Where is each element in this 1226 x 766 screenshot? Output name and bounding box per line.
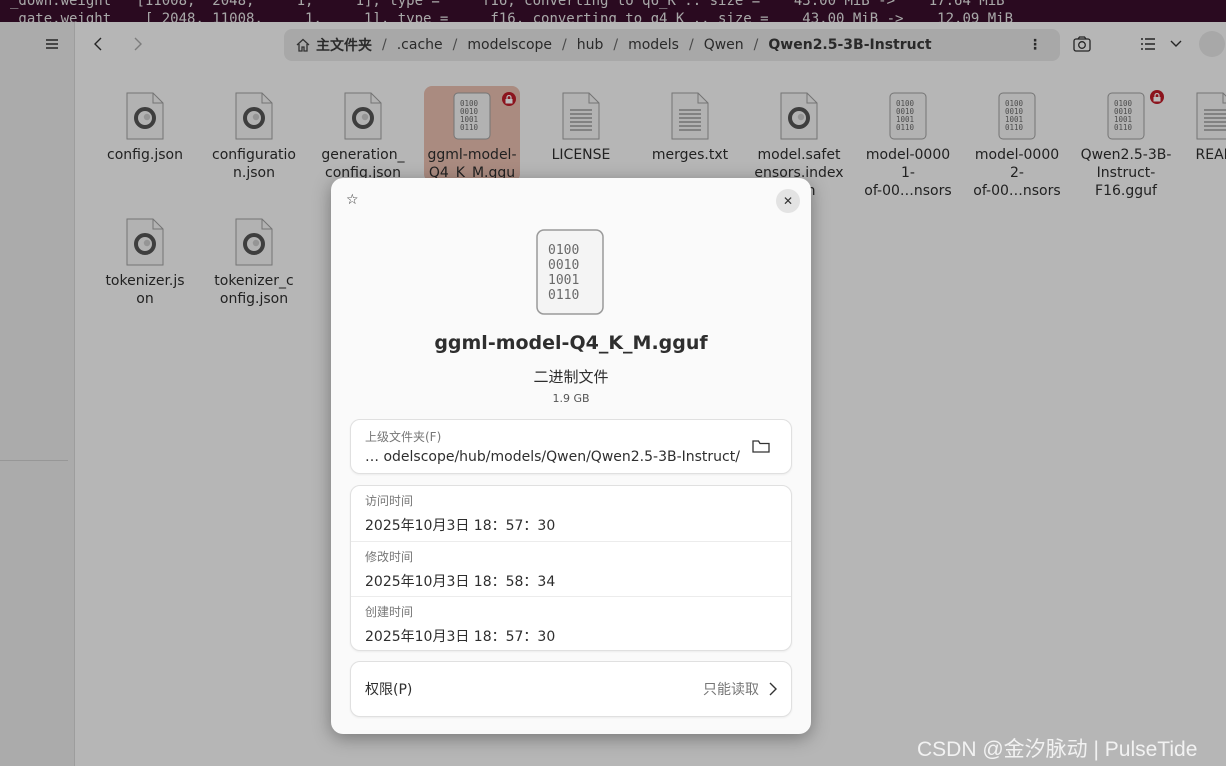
created-time-row: 创建时间 2025年10月3日 18：57：30 <box>351 596 791 651</box>
close-icon: ✕ <box>782 194 794 208</box>
timestamps-card: 访问时间 2025年10月3日 18：57：30 修改时间 2025年10月3日… <box>350 485 792 651</box>
access-time-label: 访问时间 <box>365 494 414 508</box>
created-time-value: 2025年10月3日 18：57：30 <box>365 629 556 645</box>
modified-time-label: 修改时间 <box>365 550 414 564</box>
created-time-label: 创建时间 <box>365 605 414 619</box>
watermark: CSDN @金汐脉动 | PulseTide <box>917 738 1198 761</box>
close-button[interactable]: ✕ <box>776 189 800 213</box>
star-icon[interactable]: ☆ <box>346 192 359 208</box>
folder-icon[interactable] <box>752 439 770 458</box>
permissions-value: 只能读取 <box>703 682 759 698</box>
chevron-right-icon <box>769 682 777 696</box>
parent-folder-path: … odelscope/hub/models/Qwen/Qwen2.5-3B-I… <box>365 449 740 465</box>
svg-text:1001: 1001 <box>548 273 579 288</box>
properties-dialog: ☆ ✕ 0100 0010 1001 0110 ggml-model-Q4_K_… <box>331 178 811 734</box>
binary-file-icon: 0100 0010 1001 0110 <box>536 229 604 315</box>
svg-text:0110: 0110 <box>548 288 579 303</box>
file-type: 二进制文件 <box>533 368 609 386</box>
permissions-label: 权限(P) <box>365 682 413 698</box>
access-time-row: 访问时间 2025年10月3日 18：57：30 <box>351 486 791 541</box>
modified-time-value: 2025年10月3日 18：58：34 <box>365 574 556 590</box>
svg-text:0010: 0010 <box>548 258 579 273</box>
file-name-title: ggml-model-Q4_K_M.gguf <box>434 332 708 354</box>
modified-time-row: 修改时间 2025年10月3日 18：58：34 <box>351 541 791 596</box>
permissions-row[interactable]: 权限(P) 只能读取 <box>350 661 792 717</box>
parent-folder-card[interactable]: 上级文件夹(F) … odelscope/hub/models/Qwen/Qwe… <box>350 419 792 474</box>
svg-text:0100: 0100 <box>548 243 579 258</box>
access-time-value: 2025年10月3日 18：57：30 <box>365 518 556 534</box>
file-size: 1.9 GB <box>552 392 590 405</box>
parent-folder-label: 上级文件夹(F) <box>365 430 442 444</box>
